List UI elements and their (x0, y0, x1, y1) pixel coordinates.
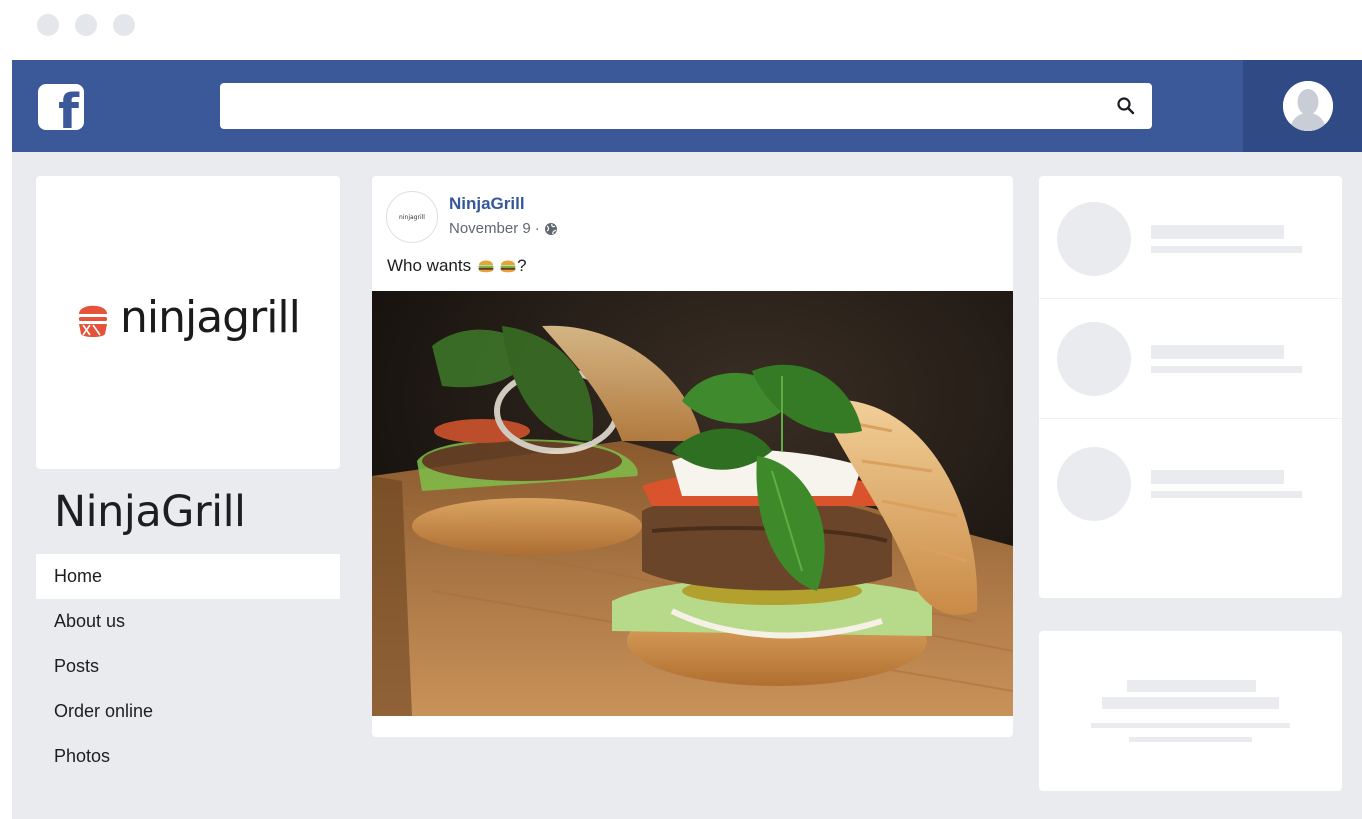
placeholder-line (1151, 491, 1302, 498)
placeholder-line (1151, 246, 1302, 253)
placeholder-avatar (1057, 202, 1131, 276)
placeholder-line (1151, 345, 1284, 359)
post-text-suffix: ? (517, 256, 527, 275)
nav-item-about-us[interactable]: About us (36, 599, 340, 644)
post-card: ninjagrill NinjaGrill November 9 · Who w… (372, 176, 1013, 737)
post-photo[interactable] (372, 291, 1013, 716)
page-cover-logo-card: ninjagrill (36, 176, 340, 469)
placeholder-line (1129, 737, 1252, 742)
nav-item-order-online[interactable]: Order online (36, 689, 340, 734)
post-text-prefix: Who wants (387, 256, 472, 275)
window-close-dot[interactable] (37, 14, 59, 36)
post-text: Who wants ? (387, 256, 527, 276)
search-icon[interactable] (1116, 96, 1136, 116)
placeholder-line (1151, 225, 1284, 239)
ninjagrill-logo: ninjagrill (76, 292, 301, 343)
burger-logo-icon (79, 305, 107, 337)
top-bar: f (12, 60, 1362, 152)
nav-item-home[interactable]: Home (36, 554, 340, 599)
page-nav: Home About us Posts Order online Photos (36, 554, 340, 779)
globe-icon (544, 222, 557, 235)
nav-item-photos[interactable]: Photos (36, 734, 340, 779)
placeholder-divider (1039, 298, 1342, 299)
post-date[interactable]: November 9 (449, 220, 531, 237)
placeholder-avatar (1057, 322, 1131, 396)
logo-text: ninjagrill (120, 292, 301, 343)
post-meta: November 9 · (449, 220, 558, 237)
burger-emoji-icon (500, 260, 516, 273)
burger-emoji-icon (478, 260, 494, 273)
page-title: NinjaGrill (54, 487, 246, 537)
facebook-f-icon[interactable]: f (38, 84, 84, 130)
search-input[interactable] (220, 83, 1100, 129)
post-meta-separator: · (534, 220, 540, 237)
post-author-name[interactable]: NinjaGrill (449, 194, 525, 214)
app-frame: f ninjagrill NinjaGrill Home About us Po… (12, 60, 1362, 819)
profile-area (1243, 60, 1362, 152)
placeholder-avatar (1057, 447, 1131, 521)
placeholder-line (1127, 680, 1256, 692)
post-avatar-logo-text: ninjagrill (399, 213, 425, 221)
placeholder-line (1151, 366, 1302, 373)
placeholder-line (1091, 723, 1290, 728)
sidebar-suggestions-card (1039, 176, 1342, 598)
nav-item-posts[interactable]: Posts (36, 644, 340, 689)
user-avatar-icon[interactable] (1283, 81, 1333, 131)
post-author-avatar[interactable]: ninjagrill (386, 191, 438, 243)
window-maximize-dot[interactable] (113, 14, 135, 36)
placeholder-line (1102, 697, 1279, 709)
search-box[interactable] (220, 83, 1152, 129)
placeholder-line (1151, 470, 1284, 484)
window-minimize-dot[interactable] (75, 14, 97, 36)
placeholder-divider (1039, 418, 1342, 419)
sidebar-info-card (1039, 631, 1342, 791)
